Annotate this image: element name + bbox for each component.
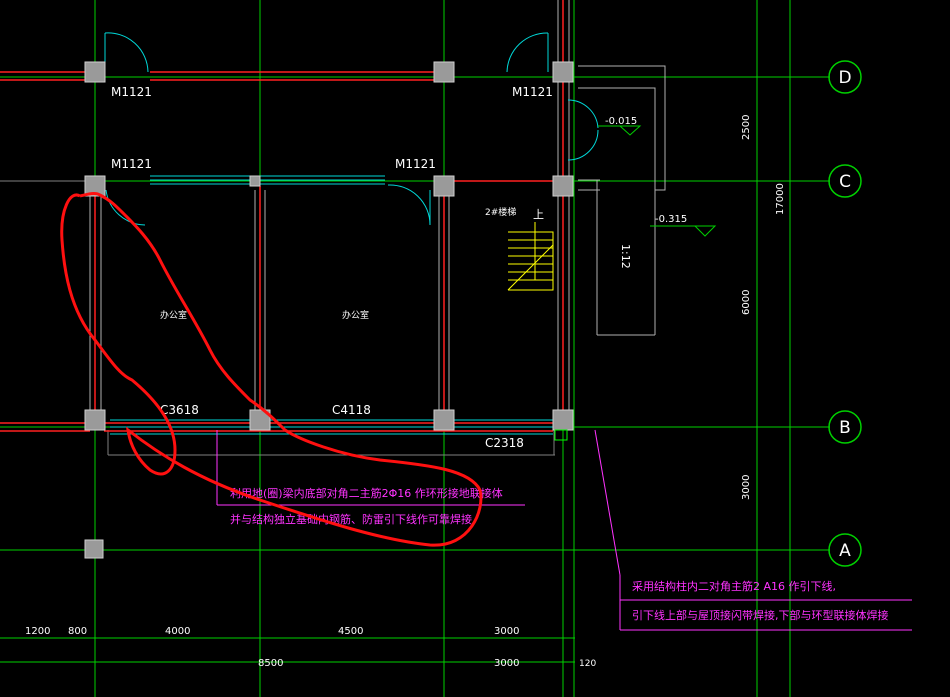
- dimension-right: 6000: [741, 290, 752, 315]
- dimension-total: 17000: [775, 183, 786, 215]
- annotation-note-1-line1: 利用地(圈)梁内底部对角二主筋2Φ16 作环形接地联接体: [230, 486, 503, 500]
- door-label: M1121: [111, 85, 152, 99]
- column: [84, 61, 106, 83]
- window-label: C2318: [485, 436, 524, 450]
- dimension-bottom: 4000: [165, 626, 190, 637]
- room-label: 办公室: [160, 309, 187, 321]
- column: [84, 409, 106, 431]
- column: [552, 61, 574, 83]
- door-label: M1121: [395, 157, 436, 171]
- column: [433, 175, 455, 197]
- window-label: C4118: [332, 403, 371, 417]
- annotation-note-2-line1: 采用结构柱内二对角主筋2 A16 作引下线,: [632, 579, 836, 593]
- window-label: C3618: [160, 403, 199, 417]
- dimension-total: 3000: [494, 658, 519, 669]
- door-label: M1121: [512, 85, 553, 99]
- axis-label-a: A: [839, 541, 851, 561]
- door-label: M1121: [111, 157, 152, 171]
- column: [433, 61, 455, 83]
- axis-label-c: C: [839, 172, 851, 192]
- room-label: 办公室: [342, 309, 369, 321]
- level-label: -0.015: [605, 116, 637, 127]
- ramp-slope-label: 1:12: [619, 244, 632, 269]
- column: [552, 175, 574, 197]
- stair-graphic[interactable]: [507, 222, 554, 291]
- stair-up-label: 上: [533, 208, 544, 221]
- annotation-note-1-line2: 并与结构独立基础内钢筋、防雷引下线作可靠焊接: [230, 512, 472, 526]
- annotation-note-2-line2: 引下线上部与屋顶接闪带焊接,下部与环型联接体焊接: [632, 608, 889, 622]
- column: [552, 409, 574, 431]
- dimension-right: 3000: [741, 475, 752, 500]
- axis-label-b: B: [839, 418, 851, 438]
- dimension-small: 120: [579, 659, 596, 669]
- stair-label: 2#楼梯: [485, 206, 516, 218]
- axis-label-d: D: [838, 68, 851, 88]
- column: [84, 539, 104, 559]
- dimension-total: 8500: [258, 658, 283, 669]
- dimension-bottom: 4500: [338, 626, 363, 637]
- dimension-bottom: 1200: [25, 626, 50, 637]
- level-label: -0.315: [655, 214, 687, 225]
- dimension-right: 2500: [741, 115, 752, 140]
- column: [249, 175, 261, 187]
- dimension-bottom: 3000: [494, 626, 519, 637]
- cad-drawing-canvas[interactable]: D C B A M1121 M1121 M1121 M1121 C3618 C4…: [0, 0, 950, 697]
- dimension-bottom: 800: [68, 626, 87, 637]
- column: [433, 409, 455, 431]
